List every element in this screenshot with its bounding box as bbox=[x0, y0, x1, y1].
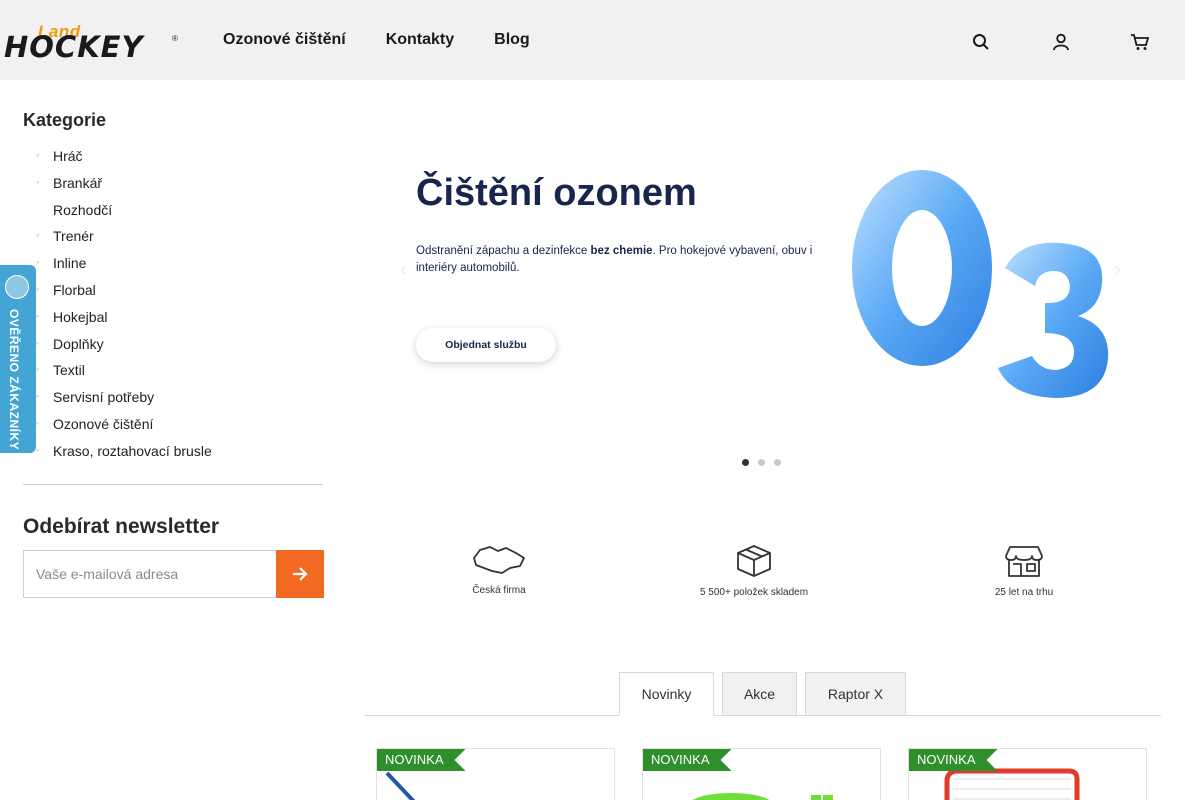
carousel-dot[interactable] bbox=[774, 459, 781, 466]
feature-label: 25 let na trhu bbox=[994, 587, 1054, 598]
sidebar-divider bbox=[23, 484, 323, 485]
newsletter-email-input[interactable] bbox=[23, 550, 277, 598]
search-icon[interactable] bbox=[971, 32, 991, 52]
feature-czech-company: Česká firma bbox=[429, 544, 569, 596]
bullet-icon: ◦ bbox=[36, 257, 40, 268]
bullet-icon: ◦ bbox=[36, 337, 40, 348]
verified-customers-badge[interactable]: OVĚŘENO ZÁKAZNÍKY bbox=[0, 265, 36, 453]
hero-banner[interactable]: Čištění ozonem Odstranění zápachu a dezi… bbox=[382, 110, 1144, 434]
category-label: Florbal bbox=[53, 281, 96, 298]
main-nav: Ozonové čištění Kontakty Blog bbox=[223, 30, 570, 50]
category-label: Rozhodčí bbox=[53, 201, 113, 218]
ozone-o-graphic bbox=[837, 160, 1007, 390]
nav-blog[interactable]: Blog bbox=[494, 30, 530, 50]
carousel-dots bbox=[742, 459, 781, 466]
category-label: Servisní potřeby bbox=[53, 389, 155, 406]
cart-icon[interactable] bbox=[1130, 32, 1150, 52]
category-label: Doplňky bbox=[53, 335, 104, 352]
banner-text-part: Odstranění zápachu a dezinfekce bbox=[416, 245, 591, 257]
category-item[interactable]: ◦ Ozonové čištění bbox=[36, 414, 212, 441]
category-label: Brankář bbox=[53, 174, 103, 191]
category-item[interactable]: ◦ Servisní potřeby bbox=[36, 387, 212, 414]
categories-title: Kategorie bbox=[23, 110, 107, 130]
logo-registered-mark: ® bbox=[172, 34, 178, 43]
category-item[interactable]: ◦ Inline bbox=[36, 253, 212, 280]
store-icon bbox=[1005, 546, 1043, 577]
newsletter-title: Odebírat newsletter bbox=[23, 515, 220, 538]
feature-label: 5 500+ položek skladem bbox=[699, 587, 809, 598]
tab-novinky[interactable]: Novinky bbox=[619, 672, 714, 716]
bullet-icon: ◦ bbox=[36, 176, 40, 187]
banner-title: Čištění ozonem bbox=[416, 172, 697, 214]
bullet-icon: ◦ bbox=[36, 391, 40, 402]
feature-years-on-market: 25 let na trhu bbox=[954, 544, 1094, 598]
verified-badge-text: OVĚŘENO ZÁKAZNÍKY bbox=[7, 309, 21, 451]
category-item[interactable]: ◦ Hráč bbox=[36, 146, 212, 173]
category-label: Kraso, roztahovací brusle bbox=[53, 442, 212, 459]
carousel-dot[interactable] bbox=[758, 459, 765, 466]
product-card[interactable]: NOVINKA bbox=[908, 748, 1147, 800]
carousel-prev-icon[interactable]: ‹ bbox=[400, 256, 407, 282]
category-item[interactable]: Rozhodčí bbox=[36, 200, 212, 227]
category-list: ◦ Hráč ◦ Brankář Rozhodčí ◦ Trenér ◦ Inline ◦ Flor… bbox=[36, 146, 212, 468]
category-label: Inline bbox=[53, 255, 87, 272]
bullet-icon: ◦ bbox=[36, 150, 40, 160]
banner-description: Odstranění zápachu a dezinfekce bez chem… bbox=[416, 243, 846, 277]
user-icon[interactable] bbox=[1051, 32, 1071, 52]
carousel-dot[interactable] bbox=[742, 459, 749, 466]
bullet-icon: ◦ bbox=[36, 230, 40, 241]
category-item[interactable]: ◦ Hokejbal bbox=[36, 307, 212, 334]
category-label: Hráč bbox=[53, 148, 83, 164]
category-item[interactable]: ◦ Kraso, roztahovací brusle bbox=[36, 441, 212, 468]
bullet-icon: ◦ bbox=[36, 444, 40, 455]
nav-ozonove-cisteni[interactable]: Ozonové čištění bbox=[223, 30, 346, 50]
new-ribbon: NOVINKA bbox=[909, 749, 998, 771]
site-logo[interactable]: Land HOCKEY ® bbox=[4, 22, 180, 64]
bullet-icon: ◦ bbox=[36, 417, 40, 428]
category-item[interactable]: ◦ Trenér bbox=[36, 226, 212, 253]
order-service-button[interactable]: Objednat službu bbox=[416, 328, 556, 362]
category-item[interactable]: ◦ Brankář bbox=[36, 173, 212, 200]
box-icon bbox=[737, 545, 771, 577]
feature-stock-items: 5 500+ položek skladem bbox=[684, 544, 824, 598]
category-label: Ozonové čištění bbox=[53, 415, 154, 432]
newsletter-submit-button[interactable] bbox=[276, 550, 324, 598]
new-ribbon: NOVINKA bbox=[377, 749, 466, 771]
category-label: Trenér bbox=[53, 228, 94, 245]
category-item[interactable]: ◦ Textil bbox=[36, 360, 212, 387]
arrow-right-icon bbox=[293, 567, 308, 581]
bullet-icon: ◦ bbox=[36, 283, 40, 294]
tab-akce[interactable]: Akce bbox=[722, 672, 797, 716]
logo-hockey-text: HOCKEY bbox=[4, 30, 144, 64]
category-label: Hokejbal bbox=[53, 308, 108, 325]
tab-raptor-x[interactable]: Raptor X bbox=[805, 672, 906, 716]
ozone-3-graphic bbox=[990, 238, 1120, 403]
category-item[interactable]: ◦ Florbal bbox=[36, 280, 212, 307]
category-label: Textil bbox=[53, 362, 85, 379]
category-item[interactable]: ◦ Doplňky bbox=[36, 334, 212, 361]
site-header: Land HOCKEY ® Ozonové čištění Kontakty B… bbox=[0, 0, 1185, 80]
product-card[interactable]: NOVINKA bbox=[376, 748, 615, 800]
nav-kontakty[interactable]: Kontakty bbox=[386, 30, 454, 50]
bullet-icon: ◦ bbox=[36, 310, 40, 321]
new-ribbon: NOVINKA bbox=[643, 749, 732, 771]
verified-seal-icon bbox=[5, 275, 29, 299]
czech-map-icon bbox=[473, 546, 525, 574]
bullet-icon: ◦ bbox=[36, 364, 40, 375]
carousel-next-icon[interactable]: › bbox=[1114, 256, 1121, 282]
banner-text-bold: bez chemie bbox=[590, 245, 653, 257]
product-card[interactable]: NOVINKA bbox=[642, 748, 881, 800]
feature-label: Česká firma bbox=[472, 585, 526, 596]
